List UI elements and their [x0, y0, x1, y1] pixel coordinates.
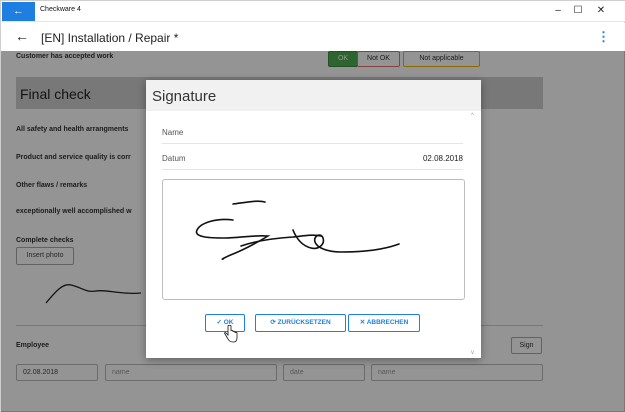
scroll-up-icon[interactable]: ^ — [471, 113, 474, 119]
reset-button[interactable]: ⟳ ZURÜCKSETZEN — [255, 314, 346, 332]
signature-stroke — [195, 200, 400, 261]
app-window: ← Checkware 4 – ☐ ✕ ← [EN] Installation … — [0, 0, 625, 412]
window-back-button[interactable]: ← — [2, 2, 35, 21]
date-row[interactable]: Datum 02.08.2018 — [162, 146, 463, 170]
date-value: 02.08.2018 — [422, 154, 463, 163]
date-label: Datum — [162, 154, 186, 163]
dialog-header: Signature — [146, 80, 481, 111]
name-label: Name — [162, 128, 184, 137]
hand-cursor-icon — [224, 325, 238, 343]
dialog-title: Signature — [152, 88, 217, 105]
back-arrow-icon[interactable]: ← — [15, 28, 29, 44]
scroll-down-icon[interactable]: v — [471, 350, 474, 356]
name-row[interactable]: Name — [162, 120, 463, 144]
window-title: Checkware 4 — [40, 6, 81, 13]
minimize-button[interactable]: – — [548, 3, 568, 19]
maximize-button[interactable]: ☐ — [568, 3, 588, 19]
close-window-button[interactable]: ✕ — [591, 3, 611, 19]
page-title: [EN] Installation / Repair * — [41, 31, 179, 45]
title-bar: ← Checkware 4 – ☐ ✕ — [1, 1, 625, 22]
dialog-scrollbar[interactable]: ^ v — [471, 111, 479, 358]
signature-dialog: Signature Name Datum 02.08.2018 ^ v ✓ OK… — [146, 80, 481, 358]
app-bar: ← [EN] Installation / Repair * ⋮ — [1, 23, 625, 51]
cancel-button[interactable]: ✕ ABBRECHEN — [348, 314, 420, 332]
more-vert-icon[interactable]: ⋮ — [597, 29, 610, 45]
signature-pad[interactable] — [162, 179, 465, 300]
